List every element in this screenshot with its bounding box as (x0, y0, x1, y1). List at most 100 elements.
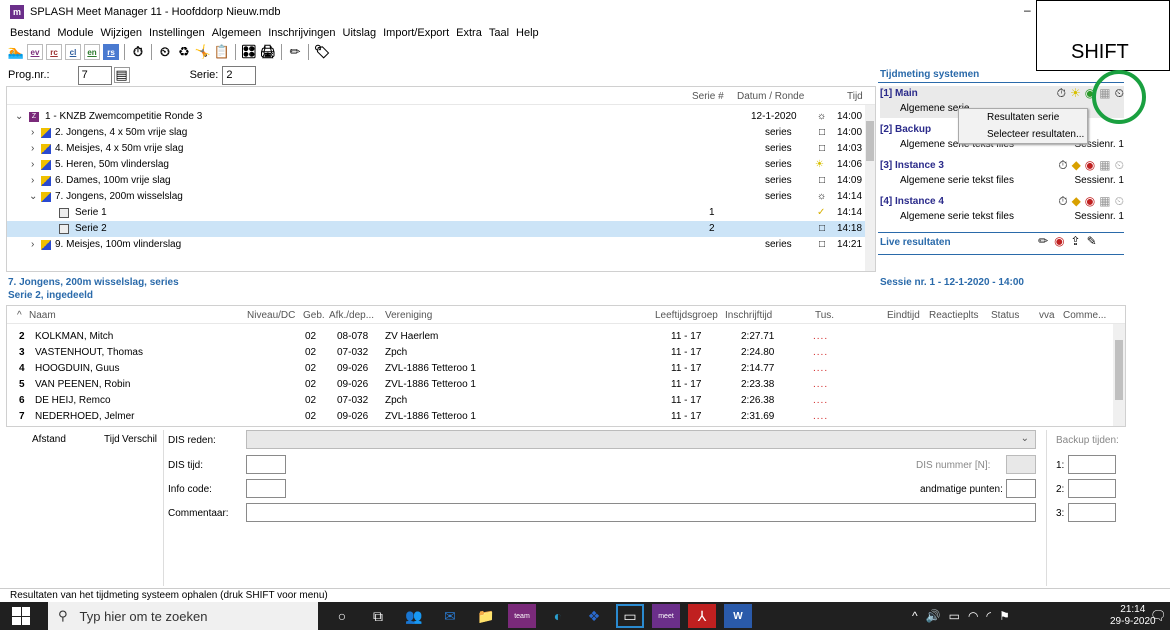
info-code-input[interactable] (246, 479, 286, 498)
team-app-icon[interactable]: team (508, 604, 536, 628)
menu-inschrijvingen[interactable]: Inschrijvingen (268, 27, 335, 39)
clock[interactable]: 21:14 29-9-2020 (1110, 604, 1156, 628)
menu-bestand[interactable]: Bestand (10, 27, 50, 39)
menu-module[interactable]: Module (57, 27, 93, 39)
upload-icon[interactable]: ⇪ (1071, 234, 1081, 248)
taskbar-search[interactable]: ⚲ Typ hier om te zoeken (48, 602, 318, 630)
timing-instance-4[interactable]: [4] Instance 4 Algemene serie tekst file… (880, 194, 1124, 226)
minimize-button[interactable]: – (1024, 3, 1031, 17)
timer-icon[interactable]: ⏲ (1115, 158, 1124, 173)
record-icon[interactable]: ◉ (1054, 234, 1064, 248)
task-view-icon[interactable]: ⧉ (364, 604, 392, 628)
table-row[interactable]: 7 NEDERHOED, Jelmer 02 09-026 ZVL-1886 T… (7, 407, 1113, 422)
grid-scrollbar[interactable] (1113, 324, 1125, 426)
collapse-chevron-icon[interactable]: ⌄ (15, 111, 23, 122)
col-vereniging[interactable]: Vereniging (385, 310, 432, 321)
expand-chevron-icon[interactable]: › (31, 159, 34, 170)
diamond-icon[interactable]: ◆ (1072, 158, 1081, 173)
dis-reason-select[interactable]: ⌄ (246, 430, 1036, 449)
tree-row[interactable]: Serie 1 1 ✓ 14:14 (7, 205, 867, 221)
timer-icon[interactable]: ⏲ (1115, 194, 1124, 209)
col-reactie[interactable]: Reactie (929, 310, 963, 321)
edge-icon[interactable]: ◐ (544, 604, 572, 628)
table-row[interactable]: 4 HOOGDUIN, Guus 02 09-026 ZVL-1886 Tett… (7, 359, 1113, 374)
expand-chevron-icon[interactable]: › (31, 239, 34, 250)
scoreboard-icon[interactable]: ▦ (1099, 194, 1110, 209)
publish-icon[interactable]: ✎ (1087, 234, 1097, 248)
prog-number-input[interactable]: 7 (77, 65, 112, 85)
col-inschrijf[interactable]: Inschrijftijd (725, 310, 772, 321)
windows-start-icon[interactable] (12, 607, 30, 625)
sort-icon[interactable]: ^ (17, 310, 22, 321)
expand-chevron-icon[interactable]: › (31, 127, 34, 138)
teams-icon[interactable]: 👥 (400, 604, 428, 628)
tree-row[interactable]: › 5. Heren, 50m vlinderslag series ☀ 14:… (7, 157, 867, 173)
collapse-chevron-icon[interactable]: ⌄ (29, 191, 37, 202)
menu-wijzigen[interactable]: Wijzigen (100, 27, 142, 39)
battery-icon[interactable]: ▭ (949, 609, 960, 623)
stopwatch-icon[interactable]: ⏱ (1057, 86, 1066, 101)
app-tray-icon[interactable]: ⚑ (999, 609, 1010, 623)
records-button[interactable]: rc (46, 44, 62, 60)
tree-row[interactable]: › 2. Jongens, 4 x 50m vrije slag series … (7, 125, 867, 141)
stopwatch-icon[interactable]: ⏱ (1058, 158, 1067, 173)
col-niveau[interactable]: Niveau/DC (247, 310, 295, 321)
scroll-thumb[interactable] (866, 121, 874, 161)
record-icon[interactable]: ◉ (1085, 158, 1095, 173)
window-app-icon[interactable]: ▭ (616, 604, 644, 628)
sun-icon[interactable]: ☀ (1070, 86, 1081, 101)
report-icon[interactable]: 📋 (214, 44, 230, 60)
menu-item-resultaten-serie[interactable]: Resultaten serie (959, 109, 1087, 126)
file-explorer-icon[interactable]: 📁 (472, 604, 500, 628)
word-icon[interactable]: W (724, 604, 752, 628)
acrobat-icon[interactable]: ⅄ (688, 604, 716, 628)
stopwatch-icon[interactable]: ⏱ (130, 44, 146, 60)
col-plts[interactable]: plts (963, 310, 979, 321)
comment-input[interactable] (246, 503, 1036, 522)
menu-algemeen[interactable]: Algemeen (212, 27, 262, 39)
tree-row[interactable]: ⌄ Z 1 - KNZB Zwemcompetitie Ronde 3 12-1… (7, 109, 867, 125)
relay-icon[interactable]: ♻ (176, 44, 192, 60)
table-row[interactable]: 2 KOLKMAN, Mitch 02 08-078 ZV Haerlem 11… (7, 327, 1113, 342)
dropbox-icon[interactable]: ❖ (580, 604, 608, 628)
dis-number-input[interactable] (1006, 455, 1036, 474)
tree-row[interactable]: ⌄ 7. Jongens, 200m wisselslag series ☼ 1… (7, 189, 867, 205)
diver-icon[interactable]: 🤸 (195, 44, 211, 60)
col-vva[interactable]: vva (1039, 310, 1055, 321)
serie-input[interactable]: 2 (222, 65, 257, 85)
scroll-thumb[interactable] (1115, 340, 1123, 400)
table-row[interactable]: 5 VAN PEENEN, Robin 02 09-026 ZVL-1886 T… (7, 375, 1113, 390)
scoreboard-icon[interactable]: ▦ (1099, 158, 1110, 173)
expand-chevron-icon[interactable]: › (31, 175, 34, 186)
timer-icon[interactable]: ⏲ (157, 44, 173, 60)
menu-item-selecteer-resultaten[interactable]: Selecteer resultaten... (959, 126, 1087, 143)
menu-taal[interactable]: Taal (489, 27, 509, 39)
backup-time-3[interactable] (1068, 503, 1116, 522)
col-tus[interactable]: Tus. (815, 310, 834, 321)
col-status[interactable]: Status (991, 310, 1019, 321)
menu-import-export[interactable]: Import/Export (383, 27, 449, 39)
stopwatch-icon[interactable]: ⏱ (1058, 194, 1067, 209)
tree-row[interactable]: › 4. Meisjes, 4 x 50m vrije slag series … (7, 141, 867, 157)
table-row[interactable]: 3 VASTENHOUT, Thomas 02 07-032 Zpch 11 -… (7, 343, 1113, 358)
results-button[interactable]: rs (103, 44, 119, 60)
dis-time-input[interactable] (246, 455, 286, 474)
menu-uitslag[interactable]: Uitslag (343, 27, 377, 39)
wifi-icon[interactable]: ◜ (986, 609, 991, 623)
clubs-button[interactable]: cl (65, 44, 81, 60)
backup-time-2[interactable] (1068, 479, 1116, 498)
mail-icon[interactable]: ✉ (436, 604, 464, 628)
tree-row[interactable]: › 6. Dames, 100m vrije slag series □ 14:… (7, 173, 867, 189)
volume-icon[interactable]: 🔊 (926, 609, 941, 623)
diamond-icon[interactable]: ◆ (1072, 194, 1081, 209)
tree-row[interactable]: › 9. Meisjes, 100m vlinderslag series □ … (7, 237, 867, 253)
browse-icon[interactable]: ▤ (113, 67, 130, 83)
backup-time-1[interactable] (1068, 455, 1116, 474)
print-icon[interactable]: 🖨 (260, 44, 277, 60)
timing-instance-3[interactable]: [3] Instance 3 Algemene serie tekst file… (880, 158, 1124, 190)
tray-chevron-icon[interactable]: ^ (912, 609, 918, 623)
col-leeftijd[interactable]: Leeftijdsgroep (655, 310, 718, 321)
points-input[interactable] (1006, 479, 1036, 498)
swimmer-icon[interactable]: 🏊 (8, 44, 24, 60)
menu-help[interactable]: Help (516, 27, 539, 39)
